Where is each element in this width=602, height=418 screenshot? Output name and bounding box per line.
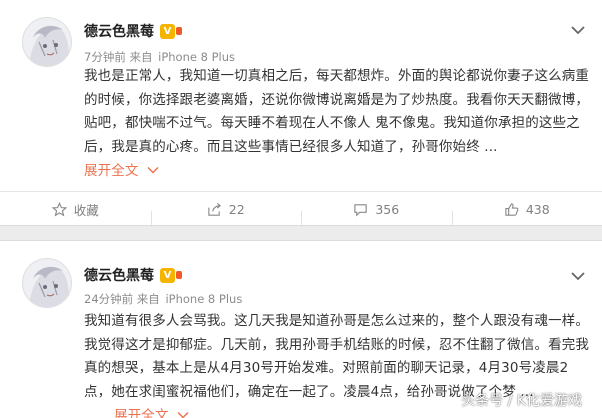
post-text: 我也是正常人，我知道一切真相之后，每天都想炸。外面的舆论都说你妻子这么病重的时候…	[84, 65, 590, 183]
share-button[interactable]: 22	[150, 201, 302, 227]
comment-count: 356	[375, 201, 400, 217]
chevron-down-icon[interactable]	[570, 21, 586, 35]
comment-icon	[354, 203, 367, 216]
expand-full-text-link[interactable]: 展开全文	[84, 163, 159, 179]
like-button[interactable]: 438	[451, 201, 602, 227]
favorite-label: 收藏	[73, 202, 99, 218]
post-time: 7分钟前	[84, 50, 126, 64]
expand-label: 展开全文	[84, 162, 139, 179]
share-count: 22	[228, 201, 245, 217]
chevron-down-icon[interactable]	[570, 267, 586, 281]
comment-button[interactable]: 356	[301, 201, 452, 227]
favorite-button[interactable]: 收藏	[0, 200, 151, 219]
avatar[interactable]	[22, 17, 72, 67]
share-icon	[208, 202, 221, 216]
post-device: iPhone 8 Plus	[158, 50, 235, 64]
post-from-label: 来自	[129, 50, 153, 64]
post-time: 24分钟前	[84, 292, 134, 306]
chevron-down-icon	[147, 159, 159, 183]
post-from-label: 来自	[136, 292, 160, 306]
author-name-text: 德云色黑莓	[84, 268, 154, 284]
like-count: 438	[525, 201, 550, 217]
post-text-content: 我也是正常人，我知道一切真相之后，每天都想炸。外面的舆论都说你妻子这么病重的时候…	[84, 68, 590, 155]
author-name[interactable]: 德云色黑莓 V	[84, 265, 182, 285]
star-outline-icon	[51, 201, 67, 216]
vip-badge-icon: V	[160, 23, 182, 39]
chevron-down-icon	[177, 404, 189, 418]
vip-badge-icon: V	[160, 267, 182, 283]
thumbs-up-icon	[505, 202, 519, 216]
post-text-content: 我知道有很多人会骂我。这几天我是知道孙哥是怎么过来的，整个人跟没有魂一样。我觉得…	[84, 313, 590, 400]
expand-label: 展开全文	[114, 407, 169, 418]
post-meta: 24分钟前 来自 iPhone 8 Plus	[84, 291, 242, 307]
watermark: 头条号 / K化爱游戏	[461, 393, 582, 409]
author-name[interactable]: 德云色黑莓 V	[84, 21, 182, 41]
author-name-text: 德云色黑莓	[84, 24, 154, 40]
post-meta: 7分钟前 来自 iPhone 8 Plus	[84, 49, 235, 65]
post-device: iPhone 8 Plus	[165, 292, 243, 306]
avatar[interactable]	[22, 258, 72, 308]
post-action-bar: 收藏 22 356 438	[0, 192, 602, 227]
expand-full-text-link[interactable]: 展开全文	[114, 408, 189, 418]
weibo-feed: 德云色黑莓 V 7分钟前 来自 iPhone 8 Plus 我也是正常人，我知道…	[0, 0, 602, 418]
weibo-post: 德云色黑莓 V 7分钟前 来自 iPhone 8 Plus 我也是正常人，我知道…	[0, 0, 602, 227]
